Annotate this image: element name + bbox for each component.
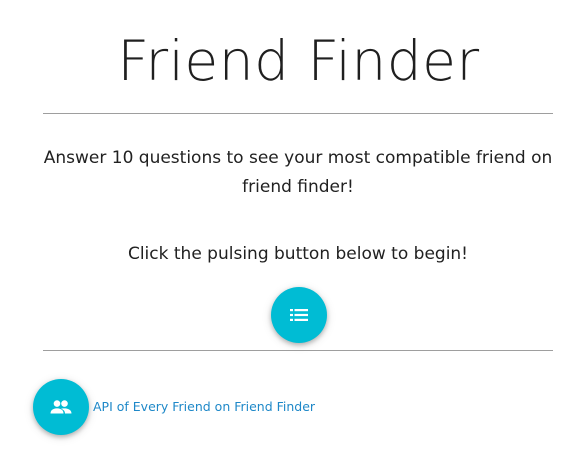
page: Friend Finder Answer 10 questions to see… <box>0 0 580 455</box>
top-divider <box>43 113 553 114</box>
api-button[interactable] <box>33 379 89 435</box>
api-link[interactable]: API of Every Friend on Friend Finder <box>93 398 315 416</box>
page-title: Friend Finder <box>117 29 480 93</box>
start-survey-button[interactable] <box>271 287 327 343</box>
bottom-divider <box>43 350 553 351</box>
instruction-text: Click the pulsing button below to begin! <box>127 244 469 264</box>
intro-text: Answer 10 questions to see your most com… <box>43 148 553 197</box>
list-icon <box>290 308 308 322</box>
people-icon <box>50 400 72 414</box>
